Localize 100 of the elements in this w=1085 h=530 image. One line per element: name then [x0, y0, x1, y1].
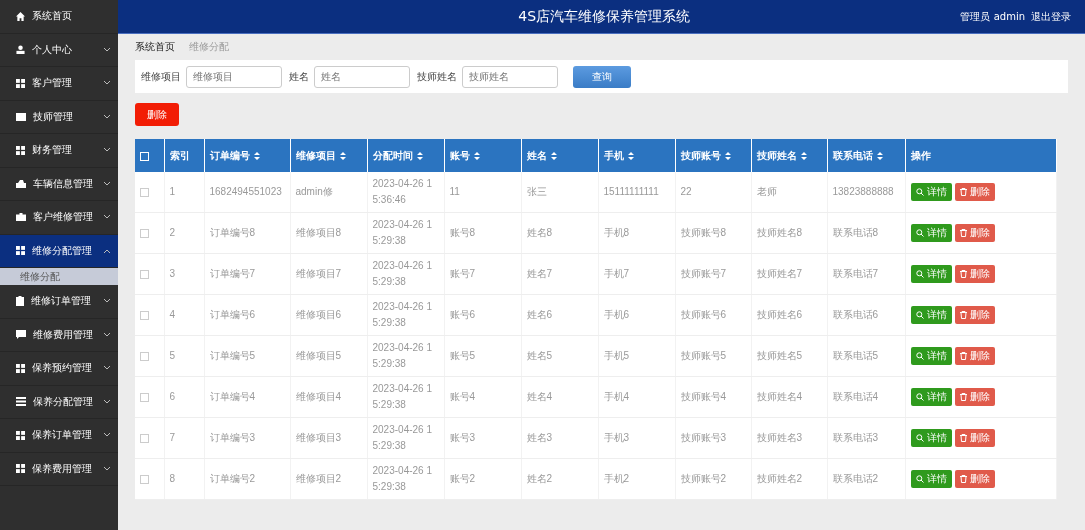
- column-header[interactable]: 技师账号: [680, 149, 721, 161]
- sidebar-item[interactable]: 维修费用管理: [0, 318, 118, 352]
- delete-button[interactable]: 删除: [954, 347, 995, 365]
- sort-icon[interactable]: [627, 151, 634, 160]
- sidebar-item[interactable]: 维修订单管理: [0, 285, 118, 319]
- sort-icon[interactable]: [876, 151, 883, 160]
- sidebar-item[interactable]: 保养分配管理: [0, 385, 118, 419]
- delete-button[interactable]: 删除: [954, 224, 995, 242]
- sidebar-item[interactable]: 客户管理: [0, 67, 118, 101]
- details-button[interactable]: 详情: [910, 306, 952, 324]
- column-header[interactable]: 姓名: [526, 149, 547, 161]
- chevron-icon: [104, 399, 110, 404]
- table-cell: 姓名6: [526, 309, 553, 320]
- checkbox[interactable]: [140, 228, 149, 238]
- submenu-item[interactable]: 维修分配: [0, 268, 118, 285]
- column-header[interactable]: 联系电话: [832, 149, 873, 161]
- delete-button[interactable]: 删除: [954, 306, 995, 324]
- chevron-icon: [104, 466, 110, 471]
- sidebar-item[interactable]: 保养费用管理: [0, 452, 118, 486]
- details-button[interactable]: 详情: [910, 429, 952, 447]
- table-cell: 技师账号4: [680, 391, 727, 402]
- column-header[interactable]: 操作: [910, 149, 931, 161]
- delete-button[interactable]: 删除: [954, 265, 995, 283]
- table-cell: 姓名5: [526, 350, 553, 361]
- table-cell: 维修项目3: [295, 432, 342, 443]
- table-cell: 2023-04-26 15:29:38: [372, 342, 432, 369]
- sort-icon[interactable]: [550, 151, 557, 160]
- sort-icon[interactable]: [339, 151, 346, 160]
- breadcrumb-item[interactable]: 维修分配: [189, 40, 229, 54]
- table-cell: 2023-04-26 15:29:38: [372, 219, 432, 246]
- search-field[interactable]: 技师姓名: [462, 65, 558, 88]
- column-header[interactable]: 手机: [603, 149, 624, 161]
- table-cell: 手机2: [603, 473, 630, 484]
- delete-button[interactable]: 删除: [954, 470, 995, 488]
- checkbox[interactable]: [140, 351, 149, 361]
- table-cell: 2023-04-26 15:29:38: [372, 383, 432, 410]
- search-field[interactable]: 姓名: [314, 65, 410, 88]
- trash-icon: [959, 311, 967, 319]
- table-cell: 2: [169, 227, 176, 238]
- checkbox[interactable]: [140, 433, 149, 443]
- checkbox[interactable]: [140, 474, 149, 484]
- table-cell: 账号2: [449, 473, 476, 484]
- delete-button[interactable]: 删除: [135, 103, 179, 126]
- delete-button[interactable]: 删除: [954, 388, 995, 406]
- trash-icon: [959, 188, 967, 196]
- table-cell: 账号4: [449, 391, 476, 402]
- column-header[interactable]: 账号: [449, 149, 470, 161]
- checkbox[interactable]: [140, 392, 149, 402]
- details-button[interactable]: 详情: [910, 183, 952, 201]
- column-header[interactable]: 索引: [169, 149, 190, 161]
- table-cell: 账号3: [449, 432, 476, 443]
- chevron-icon: [104, 366, 110, 371]
- sidebar-item[interactable]: 客户维修管理: [0, 201, 118, 235]
- details-button[interactable]: 详情: [910, 265, 952, 283]
- car-icon: [16, 179, 26, 189]
- table-cell: 手机3: [603, 432, 630, 443]
- checkbox[interactable]: [140, 310, 149, 320]
- sidebar-item[interactable]: 车辆信息管理: [0, 167, 118, 201]
- table-cell: 手机7: [603, 268, 630, 279]
- sort-icon[interactable]: [724, 151, 731, 160]
- search-button[interactable]: 查询: [573, 65, 631, 88]
- table-cell: 订单编号8: [209, 227, 256, 238]
- checkbox[interactable]: [140, 269, 149, 279]
- search-icon: [915, 475, 924, 483]
- table-cell: 维修项目4: [295, 391, 342, 402]
- sort-icon[interactable]: [253, 151, 260, 160]
- breadcrumb-item[interactable]: 系统首页: [135, 40, 175, 54]
- table-cell: 15111111111: [603, 186, 659, 197]
- table-cell: 订单编号2: [209, 473, 256, 484]
- sidebar-item[interactable]: 个人中心: [0, 33, 118, 67]
- table-cell: 8: [169, 473, 176, 484]
- table-cell: 联系电话8: [832, 227, 879, 238]
- column-header[interactable]: 技师姓名: [756, 149, 797, 161]
- sort-icon[interactable]: [416, 151, 423, 160]
- chevron-icon: [104, 433, 110, 438]
- column-header[interactable]: 分配时间: [372, 149, 413, 161]
- sidebar-item[interactable]: 保养订单管理: [0, 419, 118, 453]
- sidebar-item[interactable]: 技师管理: [0, 100, 118, 134]
- checkbox[interactable]: [140, 187, 149, 197]
- search-field[interactable]: 维修项目: [186, 65, 282, 88]
- sort-icon[interactable]: [473, 151, 480, 160]
- delete-button[interactable]: 删除: [954, 429, 995, 447]
- details-button[interactable]: 详情: [910, 347, 952, 365]
- table-cell: 老师: [756, 186, 777, 197]
- details-button[interactable]: 详情: [910, 388, 952, 406]
- logout-link[interactable]: 退出登录: [1031, 9, 1071, 24]
- table-cell: 技师姓名8: [756, 227, 803, 238]
- column-header[interactable]: 维修项目: [295, 149, 336, 161]
- sort-icon[interactable]: [800, 151, 807, 160]
- table-cell: 张三: [526, 186, 547, 197]
- details-button[interactable]: 详情: [910, 470, 952, 488]
- delete-button[interactable]: 删除: [954, 183, 995, 201]
- sidebar-item[interactable]: 维修分配管理: [0, 234, 118, 268]
- sidebar-item[interactable]: 保养预约管理: [0, 352, 118, 386]
- field-label: 姓名: [289, 69, 309, 84]
- sidebar-item[interactable]: 财务管理: [0, 134, 118, 168]
- details-button[interactable]: 详情: [910, 224, 952, 242]
- column-header[interactable]: 订单编号: [209, 149, 250, 161]
- table-cell: admin修: [295, 186, 333, 197]
- table-cell: 账号8: [449, 227, 476, 238]
